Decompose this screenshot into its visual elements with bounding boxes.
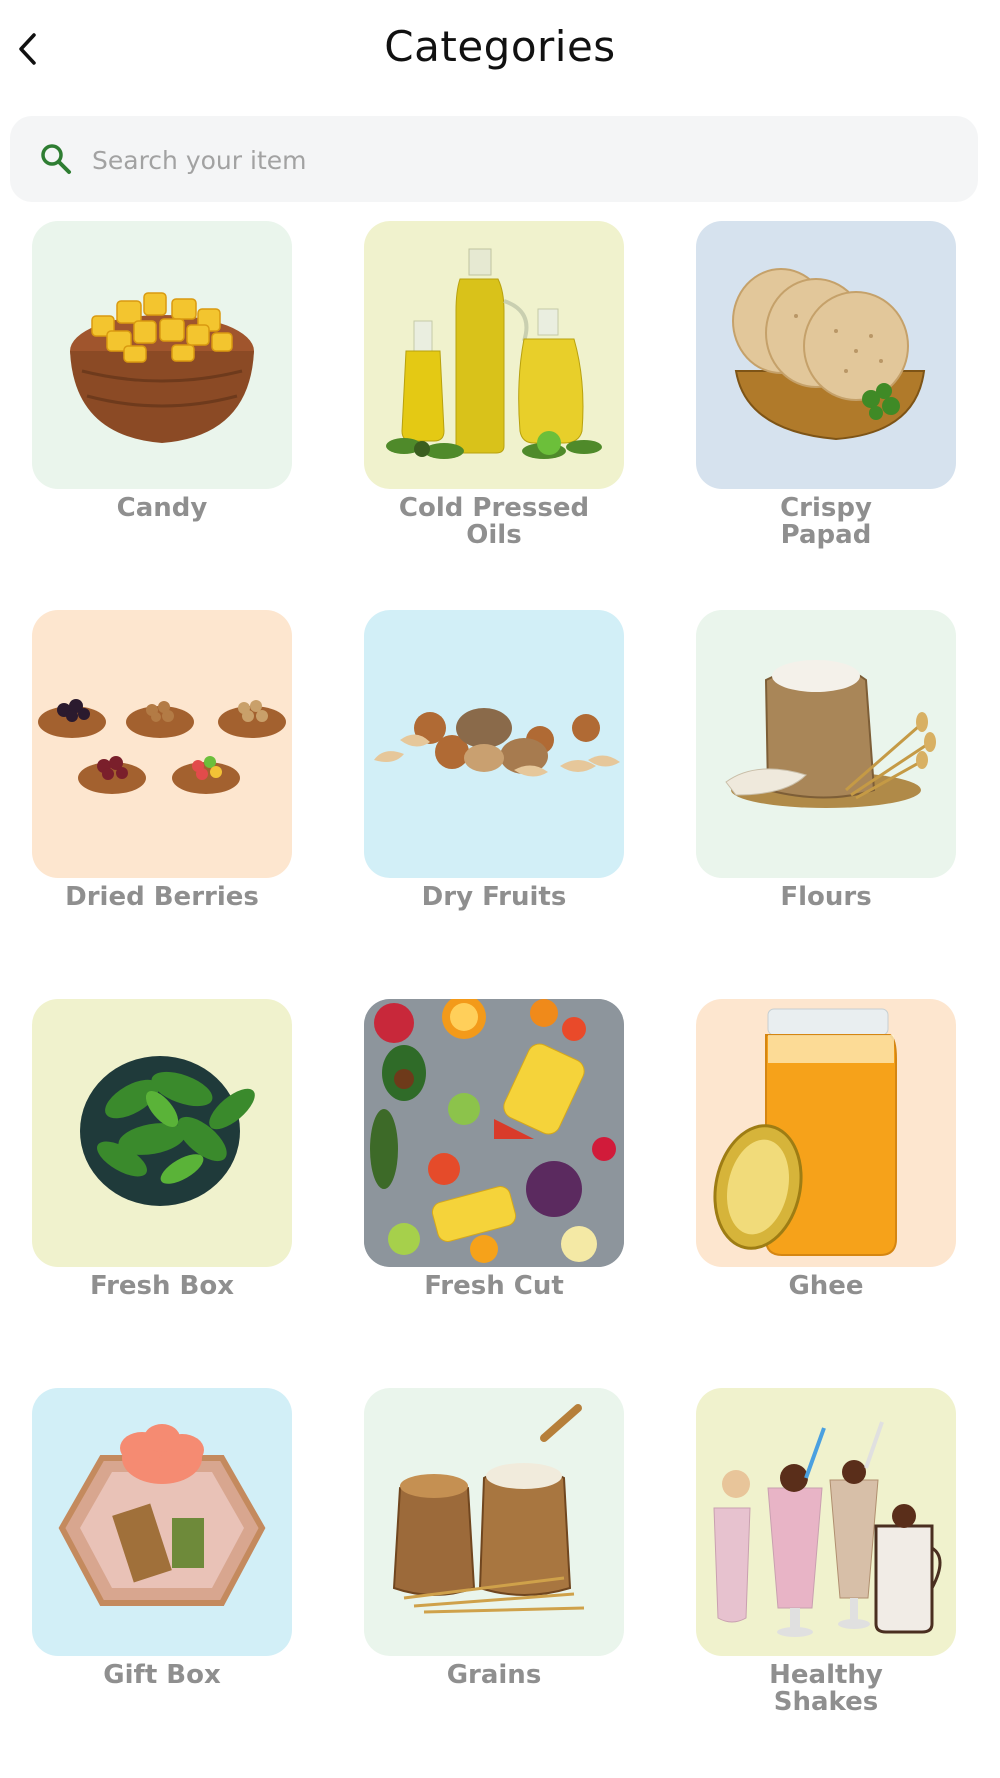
category-label: Dried Berries [65,882,259,912]
category-cold-pressed-oils[interactable]: Cold Pressed Oils [364,221,624,549]
category-label: Cold Pressed Oils [398,493,590,550]
category-card [32,1388,292,1656]
category-label: Healthy Shakes [769,1660,883,1717]
category-label: Ghee [788,1271,864,1301]
category-dried-berries[interactable]: Dried Berries [32,610,292,911]
ghee-jar-image [713,1008,897,1256]
category-label: Gift Box [103,1660,221,1690]
category-card [364,221,624,489]
category-card [364,1388,624,1656]
dried-berries-image [38,699,286,794]
category-label: Crispy Papad [780,493,872,550]
category-card [32,999,292,1267]
fresh-cut-fruits-image [364,999,624,1267]
gift-box-image [58,1424,266,1606]
category-card [696,1388,956,1656]
shakes-image [713,1421,942,1637]
category-label: Grains [446,1660,542,1690]
papad-image [732,268,926,441]
category-card [696,999,956,1267]
category-flours[interactable]: Flours [696,610,956,911]
category-card [696,610,956,878]
category-grains[interactable]: Grains [364,1388,624,1689]
category-healthy-shakes[interactable]: Healthy Shakes [696,1388,956,1716]
category-gift-box[interactable]: Gift Box [32,1388,292,1689]
category-card [364,999,624,1267]
category-label: Flours [780,882,872,912]
oil-bottles-image [386,248,602,459]
category-grid: Candy Cold Pressed Oils Crispy Papad Dri… [0,0,1000,1778]
flour-sack-image [725,660,936,808]
category-label: Fresh Cut [424,1271,564,1301]
category-card [364,610,624,878]
category-card [32,221,292,489]
candy-image [70,292,254,443]
category-candy[interactable]: Candy [32,221,292,522]
category-card [696,221,956,489]
category-fresh-cut[interactable]: Fresh Cut [364,999,624,1300]
dry-fruits-image [374,708,620,777]
leafy-greens-image [80,1056,255,1206]
grain-sacks-image [392,1404,585,1614]
category-crispy-papad[interactable]: Crispy Papad [696,221,956,549]
category-card [32,610,292,878]
category-dry-fruits[interactable]: Dry Fruits [364,610,624,911]
category-fresh-box[interactable]: Fresh Box [32,999,292,1300]
category-label: Fresh Box [89,1271,235,1301]
category-ghee[interactable]: Ghee [696,999,956,1300]
category-label: Candy [116,493,208,523]
category-label: Dry Fruits [421,882,567,912]
